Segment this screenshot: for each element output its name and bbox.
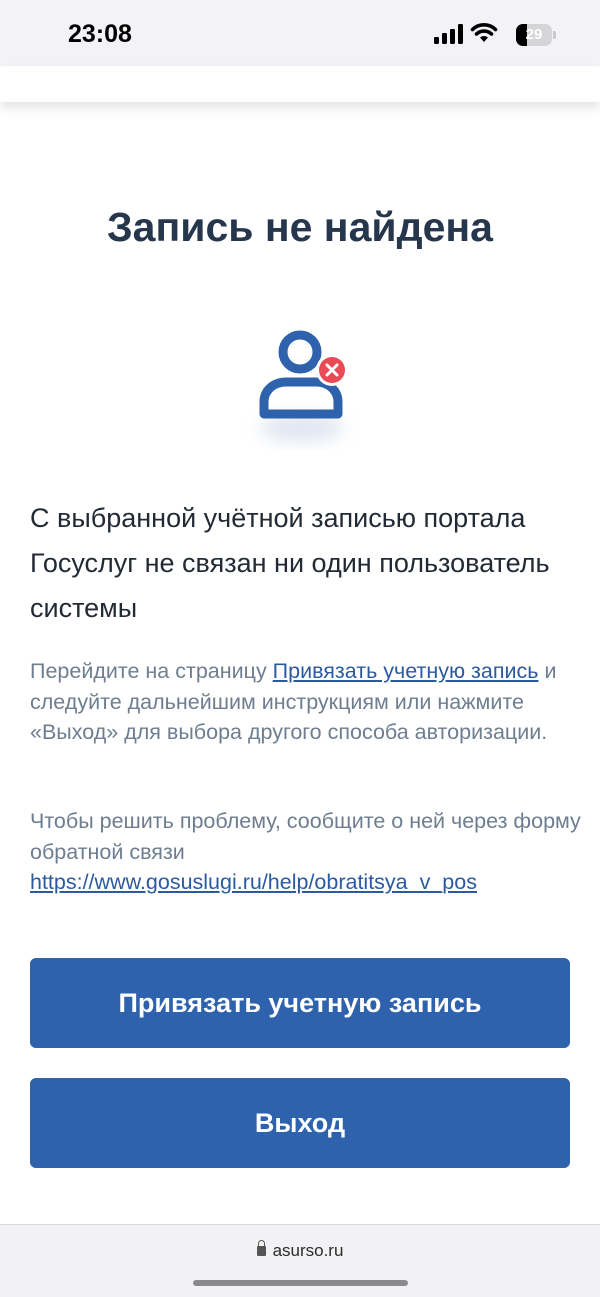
header-bar: [0, 66, 600, 102]
feedback-link[interactable]: https://www.gosuslugi.ru/help/obratitsya…: [30, 870, 477, 894]
signal-icon: [434, 24, 463, 44]
user-error-icon: [259, 330, 348, 442]
address-text: asurso.ru: [272, 1241, 344, 1260]
exit-button[interactable]: Выход: [30, 1078, 570, 1168]
wifi-icon: [470, 23, 498, 42]
address-display[interactable]: asurso.ru: [0, 1240, 600, 1261]
link-account-button[interactable]: Привязать учетную запись: [30, 958, 570, 1048]
link-account-link[interactable]: Привязать учетную запись: [273, 659, 539, 683]
lock-icon: [256, 1240, 266, 1256]
home-indicator[interactable]: [193, 1280, 408, 1286]
page-title: Запись не найдена: [107, 204, 493, 250]
hint-text: Перейдите на страницу Привязать учетную …: [30, 656, 570, 748]
help-text: Чтобы решить проблему, сообщите о ней че…: [30, 806, 585, 898]
help-before: Чтобы решить проблему, сообщите о ней че…: [30, 809, 581, 864]
battery-percent: 29: [525, 26, 543, 43]
status-bar: 23:08 29: [0, 0, 600, 66]
browser-address-bar[interactable]: asurso.ru: [0, 1224, 600, 1297]
battery-icon: 29: [512, 24, 556, 46]
error-description: С выбранной учётной записью портала Госу…: [30, 503, 550, 623]
hint-before: Перейдите на страницу: [30, 659, 273, 683]
battery-cap: [553, 31, 556, 39]
status-time: 23:08: [68, 20, 132, 48]
